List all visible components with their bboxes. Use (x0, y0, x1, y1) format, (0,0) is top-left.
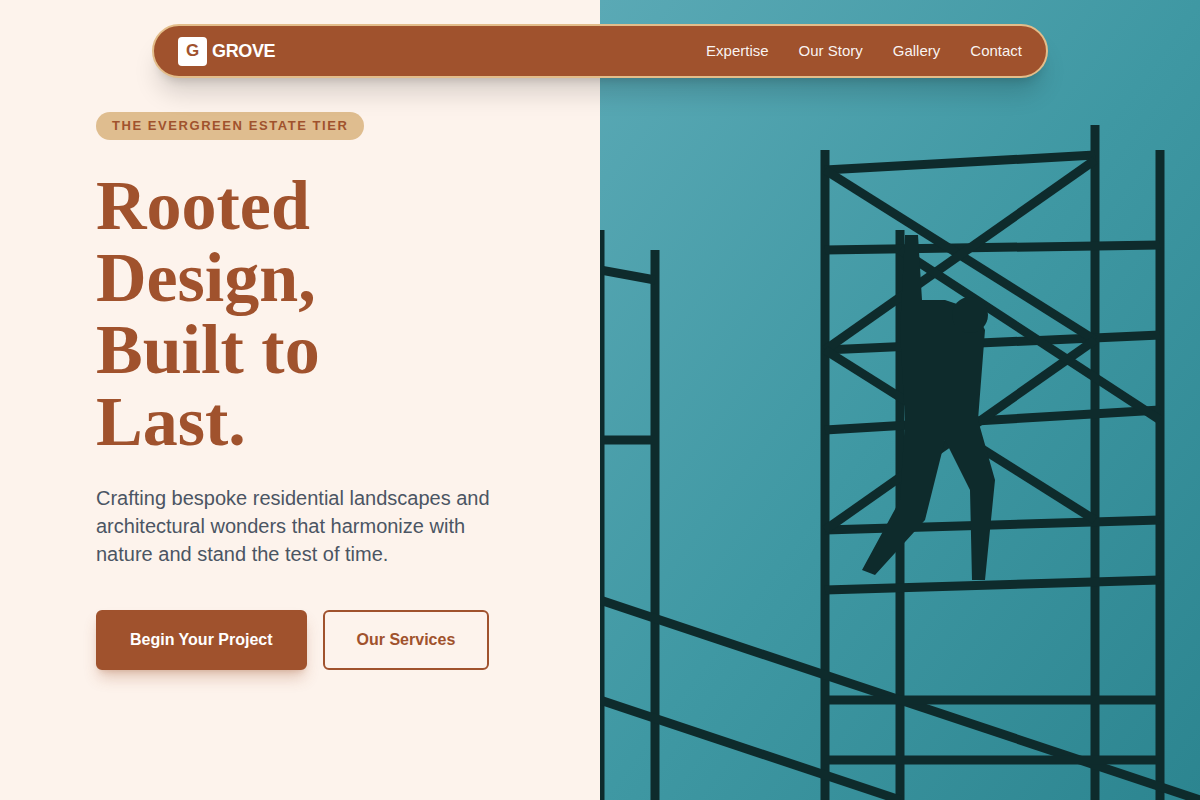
button-label: Begin Your Project (130, 631, 273, 648)
nav-links: Expertise Our Story Gallery Contact (706, 40, 1022, 63)
nav-link[interactable]: Contact (970, 40, 1022, 63)
nav-link[interactable]: Gallery (893, 40, 941, 63)
services-button[interactable]: Our Services (323, 610, 490, 670)
tier-badge: THE EVERGREEN ESTATE TIER (96, 112, 364, 140)
hero-content: THE EVERGREEN ESTATE TIER Rooted Design, … (0, 0, 600, 800)
hero-actions: Begin Your Project Our Services (96, 610, 489, 670)
logo-mark: G (178, 37, 207, 66)
nav-link[interactable]: Our Story (799, 40, 863, 63)
nav-link[interactable]: Expertise (706, 40, 769, 63)
hero-subtitle: Crafting bespoke residential landscapes … (96, 484, 506, 568)
hero-title: Rooted Design, Built to Last. (96, 170, 456, 458)
begin-project-button[interactable]: Begin Your Project (96, 610, 307, 670)
scaffold-icon (600, 0, 1200, 800)
brand-logo[interactable]: GGROVE (178, 37, 275, 66)
button-label: Our Services (357, 631, 456, 648)
brand-name: GROVE (212, 38, 275, 65)
hero-photo (600, 0, 1200, 800)
hero-section: THE EVERGREEN ESTATE TIER Rooted Design, … (0, 0, 1200, 800)
top-nav: GGROVE Expertise Our Story Gallery Contact (152, 24, 1048, 78)
